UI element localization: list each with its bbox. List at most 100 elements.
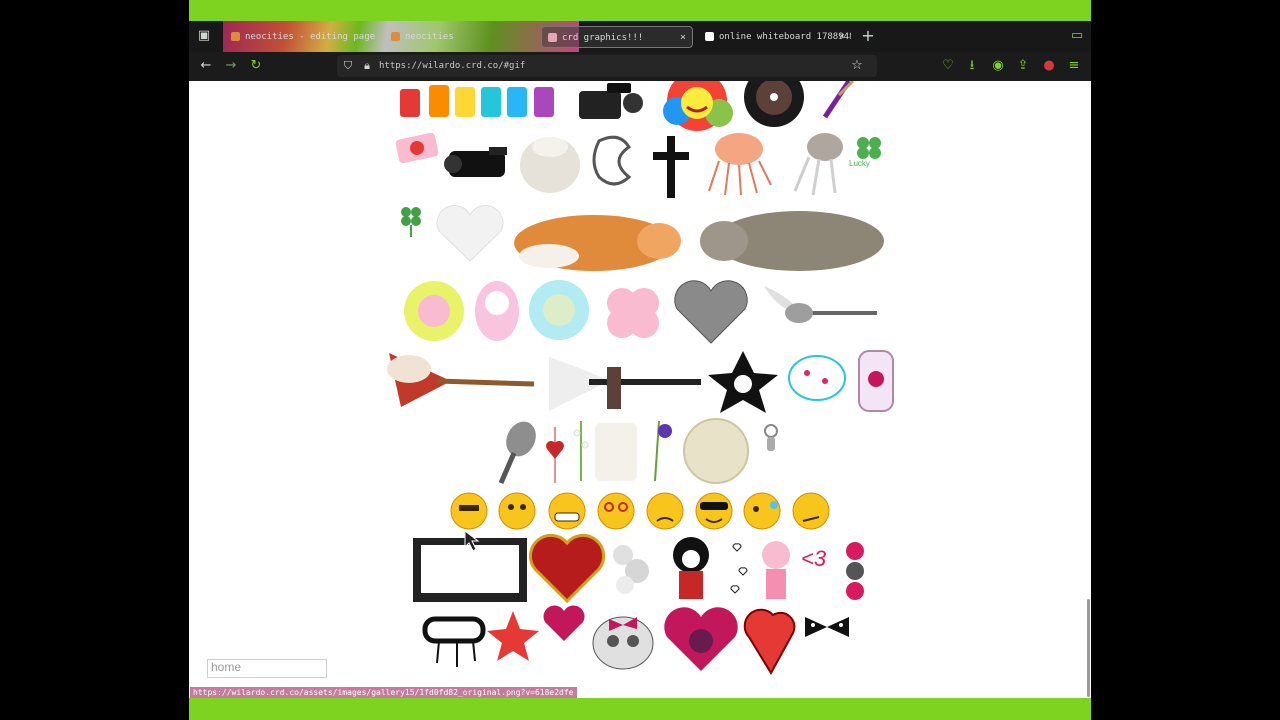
tab-strip: ▣ neocities - editing page neocities crd…	[189, 21, 1091, 52]
doily-graphic[interactable]	[683, 418, 749, 484]
keychain-graphic[interactable]	[764, 424, 778, 451]
pink-doll-graphic[interactable]	[762, 541, 790, 599]
url-bar[interactable]: ⛉ 🔒︎ https://wilardo.crd.co/#gif	[337, 55, 877, 77]
flying-v-guitar-graphic[interactable]	[387, 353, 535, 407]
tablet-graphic[interactable]	[413, 538, 527, 602]
tab-crd-graphics[interactable]: crd graphics!!! ×	[541, 26, 693, 48]
bunny-sticker-yellow-graphic[interactable]	[404, 281, 464, 341]
home-input[interactable]: home	[207, 659, 327, 678]
heart-text-graphic[interactable]: <3	[801, 546, 827, 571]
pink-skull-stack-graphic[interactable]	[846, 542, 864, 600]
folder-icon[interactable]: ▭	[1068, 27, 1086, 45]
close-tab-icon[interactable]: ×	[839, 26, 845, 48]
tab-label: online whiteboard 1788948	[719, 32, 851, 42]
doodle-bubble-graphic[interactable]	[788, 355, 846, 401]
small-clover-graphic[interactable]	[401, 207, 421, 237]
red-heart-thread-graphic[interactable]	[546, 427, 564, 483]
cd-disc-graphic[interactable]	[744, 81, 804, 127]
emoji-graphic[interactable]	[548, 492, 586, 530]
silver-heart-box-graphic[interactable]	[674, 280, 748, 344]
bottom-green-bar	[189, 698, 1091, 720]
bunny-sticker-teal-graphic[interactable]	[529, 280, 589, 340]
emoji-graphic[interactable]	[792, 492, 830, 530]
scrollbar-thumb[interactable]	[1087, 599, 1090, 697]
ornate-mirror-graphic[interactable]	[858, 350, 894, 412]
pocket-icon[interactable]: ♡	[939, 57, 957, 75]
share-icon[interactable]: ⇪	[1014, 57, 1032, 75]
angel-electric-guitar-graphic[interactable]	[549, 357, 701, 411]
tab-label: crd graphics!!!	[562, 33, 644, 43]
bunny-sticker-pink-graphic[interactable]	[475, 281, 519, 341]
page-content: Lucky <3 home	[189, 81, 1091, 698]
profile-icon[interactable]: ●	[1040, 57, 1058, 75]
doodle-hearts-graphic[interactable]	[730, 543, 748, 594]
close-tab-icon[interactable]: ×	[680, 27, 686, 47]
emoji-row	[450, 492, 830, 530]
crd-favicon-icon	[548, 33, 557, 42]
status-url: https://wilardo.crd.co/assets/images/gal…	[190, 687, 577, 698]
download-icon[interactable]: ⭳	[963, 57, 981, 75]
red-star-graphic[interactable]	[487, 611, 539, 661]
graphics-gallery: Lucky <3	[387, 81, 894, 675]
orange-cat-graphic[interactable]	[514, 215, 681, 271]
angel-guitar-graphic[interactable]	[764, 286, 877, 323]
extension-icon[interactable]: ◉	[989, 57, 1007, 75]
forward-icon[interactable]: →	[222, 57, 240, 75]
snake-ring-graphic[interactable]	[592, 135, 632, 186]
white-flowers-graphic[interactable]	[613, 545, 649, 594]
jeweled-heart-graphic[interactable]	[528, 533, 606, 604]
neocities-cat-icon	[391, 32, 400, 41]
tabby-cat-graphic[interactable]	[700, 211, 884, 271]
beakers-graphic[interactable]	[400, 85, 554, 117]
shield-icon[interactable]: ⛉	[339, 57, 357, 75]
orange-jellyfish-graphic[interactable]	[708, 133, 772, 196]
star-icon[interactable]: ☆	[848, 57, 866, 75]
emoji-graphic[interactable]	[450, 492, 488, 530]
bellflower-graphic[interactable]	[654, 420, 672, 482]
brass-knuckles-graphic[interactable]	[422, 616, 486, 667]
strawberry-candy-graphic[interactable]	[395, 132, 439, 164]
tab-neocities[interactable]: neocities	[385, 26, 537, 48]
bow-skull-graphic[interactable]	[592, 616, 654, 670]
emoji-graphic[interactable]	[646, 492, 684, 530]
url-text[interactable]: https://wilardo.crd.co/#gif	[379, 55, 525, 77]
emoji-graphic[interactable]	[695, 492, 733, 530]
emoji-graphic[interactable]	[743, 492, 781, 530]
camcorder-graphic[interactable]	[579, 83, 643, 119]
new-tab-button[interactable]: +	[859, 27, 877, 45]
emoji-graphic[interactable]	[597, 492, 635, 530]
tab-label: neocities	[405, 32, 454, 42]
home-input-placeholder: home	[211, 660, 242, 674]
lock-icon: 🔒︎	[364, 59, 370, 72]
pink-cloud-graphic[interactable]	[607, 288, 659, 338]
black-cross-graphic[interactable]	[653, 136, 689, 198]
glitter-heart-graphic[interactable]	[664, 607, 738, 671]
neocities-cat-icon	[231, 32, 240, 41]
red-heart-graphic[interactable]	[743, 608, 796, 675]
reload-icon[interactable]: ↻	[247, 57, 265, 75]
polka-dot-bow-graphic[interactable]	[805, 617, 849, 637]
tab-manager-icon[interactable]: ▣	[195, 27, 213, 45]
back-icon[interactable]: ←	[197, 57, 215, 75]
tab-neocities-editing[interactable]: neocities - editing page	[225, 26, 385, 48]
zebra-heart-graphic[interactable]	[543, 605, 585, 641]
purple-brush-graphic[interactable]	[822, 81, 855, 119]
clear-jellyfish-graphic[interactable]	[793, 133, 843, 196]
lucky-clover-graphic[interactable]: Lucky	[849, 137, 881, 168]
shell-hands-graphic[interactable]	[520, 137, 580, 193]
emoji-graphic[interactable]	[498, 492, 536, 530]
punk-character-graphic[interactable]	[673, 537, 709, 599]
menu-icon[interactable]: ≡	[1065, 57, 1083, 75]
lace-heart-graphic[interactable]	[436, 205, 504, 262]
murakami-flower-graphic[interactable]	[663, 81, 733, 131]
navigation-toolbar: ← → ↻ ⛉ 🔒︎ https://wilardo.crd.co/#gif ☆…	[189, 52, 1091, 81]
skull-star-graphic[interactable]	[708, 351, 778, 413]
whiteboard-favicon-icon	[705, 32, 714, 41]
browser-frame: ▣ neocities - editing page neocities crd…	[189, 0, 1091, 720]
tab-whiteboard[interactable]: online whiteboard 1788948 ×	[699, 26, 851, 48]
lucky-label: Lucky	[849, 159, 870, 168]
lace-cloth-graphic[interactable]	[595, 423, 637, 481]
lily-of-valley-graphic[interactable]	[573, 421, 589, 481]
hand-mirror-graphic[interactable]	[498, 417, 542, 484]
video-camera-graphic[interactable]	[444, 147, 507, 177]
